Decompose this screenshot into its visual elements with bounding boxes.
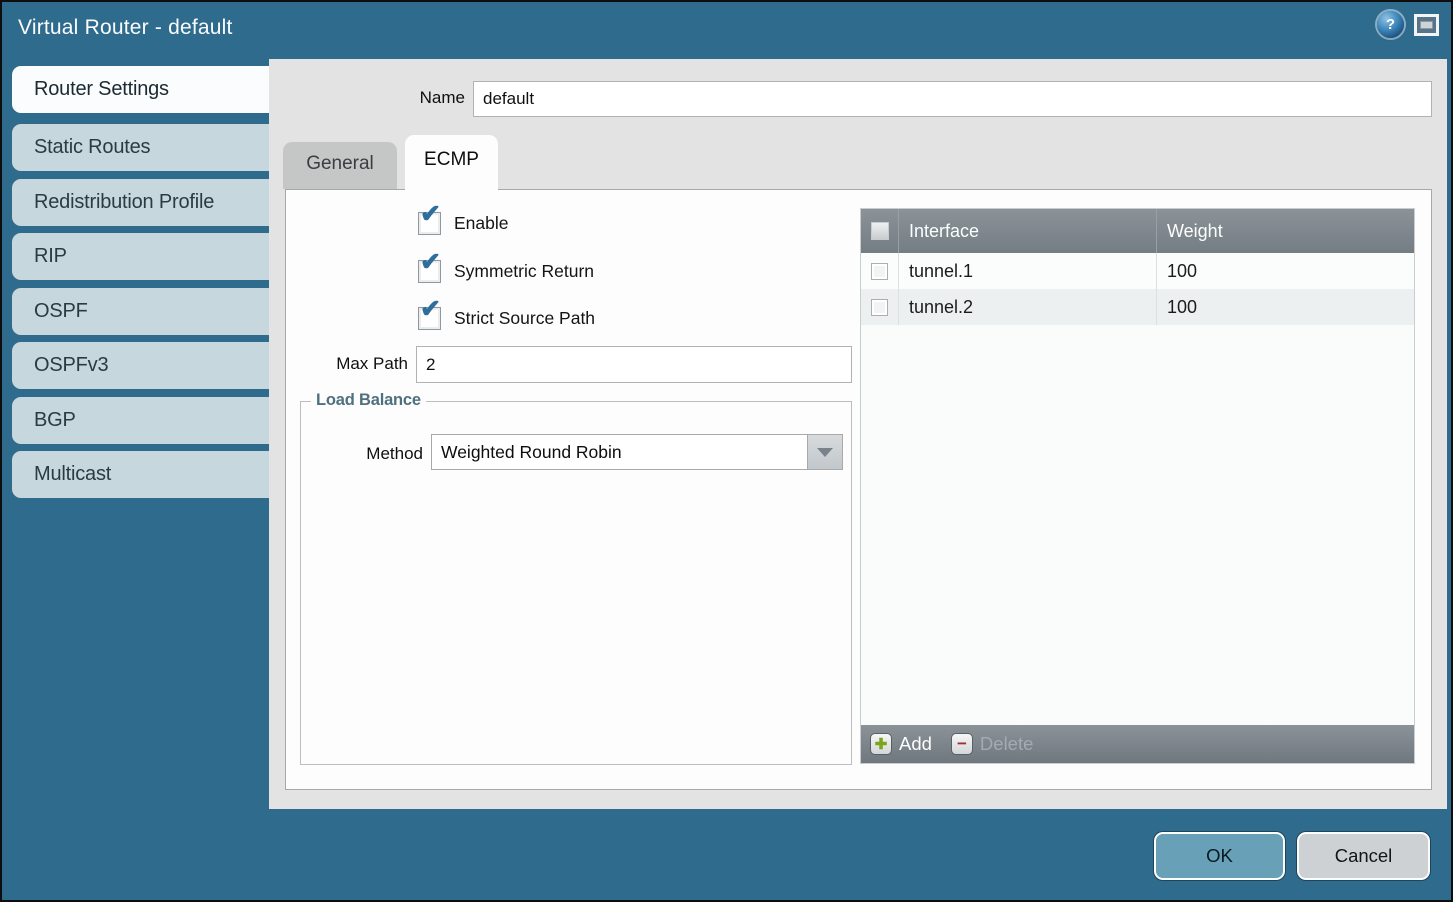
enable-label: Enable <box>454 213 509 234</box>
delete-button[interactable]: − Delete <box>951 733 1033 755</box>
weight-cell[interactable]: 100 <box>1157 253 1414 289</box>
strict-source-path-checkbox[interactable]: ✔ <box>418 307 441 330</box>
method-label: Method <box>311 444 423 464</box>
tab-ecmp[interactable]: ECMP <box>405 135 498 191</box>
cancel-button[interactable]: Cancel <box>1297 832 1430 880</box>
strict-source-path-label: Strict Source Path <box>454 308 595 329</box>
check-icon: ✔ <box>420 202 441 227</box>
delete-icon: − <box>951 733 973 755</box>
sidebar-item-redistribution-profile[interactable]: Redistribution Profile <box>12 179 269 226</box>
enable-checkbox[interactable]: ✔ <box>418 212 441 235</box>
symmetric-return-checkbox[interactable]: ✔ <box>418 260 441 283</box>
sidebar-item-static-routes[interactable]: Static Routes <box>12 124 269 171</box>
method-dropdown[interactable]: Weighted Round Robin <box>431 434 843 470</box>
ecmp-panel: ✔ Enable ✔ Symmetric Return ✔ Strict Sou… <box>285 189 1432 790</box>
title-bar: Virtual Router - default ? <box>2 2 1451 57</box>
restore-window-icon[interactable] <box>1414 14 1439 36</box>
help-glyph: ? <box>1386 16 1395 33</box>
load-balance-legend: Load Balance <box>311 391 426 410</box>
titlebar-icons: ? <box>1377 11 1439 38</box>
interface-column-header[interactable]: Interface <box>899 209 1157 253</box>
content-area: Name General ECMP ✔ Enable ✔ Symmetric R… <box>269 59 1447 809</box>
select-all-cell <box>861 209 899 253</box>
strict-source-path-checkbox-row[interactable]: ✔ Strict Source Path <box>418 307 595 330</box>
dialog-title: Virtual Router - default <box>18 16 233 40</box>
sidebar-item-rip[interactable]: RIP <box>12 233 269 280</box>
symmetric-return-label: Symmetric Return <box>454 261 594 282</box>
name-input[interactable] <box>473 81 1432 117</box>
sidebar-item-ospfv3[interactable]: OSPFv3 <box>12 342 269 389</box>
max-path-label: Max Path <box>310 354 408 374</box>
dropdown-button[interactable] <box>807 435 842 469</box>
table-row[interactable]: tunnel.1 100 <box>861 253 1414 289</box>
sidebar-item-ospf[interactable]: OSPF <box>12 288 269 335</box>
restore-glyph <box>1420 21 1433 29</box>
enable-checkbox-row[interactable]: ✔ Enable <box>418 212 509 235</box>
check-icon: ✔ <box>420 297 441 322</box>
sidebar-item-router-settings[interactable]: Router Settings <box>12 66 269 113</box>
ok-button[interactable]: OK <box>1154 832 1285 880</box>
chevron-down-icon <box>817 448 833 457</box>
sidebar-item-bgp[interactable]: BGP <box>12 397 269 444</box>
table-header: Interface Weight <box>861 209 1414 253</box>
row-checkbox-cell <box>861 253 899 289</box>
row-checkbox[interactable] <box>871 299 888 316</box>
table-row[interactable]: tunnel.2 100 <box>861 289 1414 325</box>
method-selected-value: Weighted Round Robin <box>441 442 622 463</box>
add-icon: ✚ <box>870 733 892 755</box>
max-path-input[interactable] <box>416 346 852 383</box>
table-toolbar: ✚ Add − Delete <box>861 725 1414 763</box>
symmetric-return-checkbox-row[interactable]: ✔ Symmetric Return <box>418 260 594 283</box>
select-all-checkbox[interactable] <box>871 222 889 240</box>
tab-general[interactable]: General <box>283 142 397 189</box>
weight-cell[interactable]: 100 <box>1157 289 1414 325</box>
virtual-router-dialog: Virtual Router - default ? Router Settin… <box>2 2 1451 900</box>
check-icon: ✔ <box>420 250 441 275</box>
row-checkbox-cell <box>861 289 899 325</box>
minus-glyph: − <box>957 735 967 752</box>
interface-table: Interface Weight tunnel.1 100 tunnel.2 1… <box>860 208 1415 764</box>
delete-label: Delete <box>980 733 1033 755</box>
interface-cell[interactable]: tunnel.2 <box>899 289 1157 325</box>
sidebar-item-multicast[interactable]: Multicast <box>12 451 269 498</box>
plus-glyph: ✚ <box>875 737 888 752</box>
name-label: Name <box>269 88 465 108</box>
row-checkbox[interactable] <box>871 263 888 280</box>
help-icon[interactable]: ? <box>1377 11 1404 38</box>
weight-column-header[interactable]: Weight <box>1157 209 1414 253</box>
add-label: Add <box>899 733 932 755</box>
interface-cell[interactable]: tunnel.1 <box>899 253 1157 289</box>
load-balance-group: Load Balance Method Weighted Round Robin <box>300 401 852 765</box>
add-button[interactable]: ✚ Add <box>870 733 932 755</box>
